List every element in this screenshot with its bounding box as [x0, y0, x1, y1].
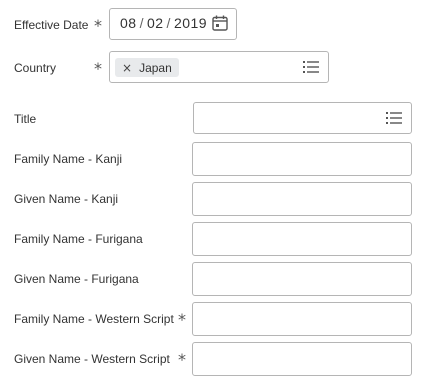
- given-name-western-label: Given Name - Western Script: [14, 352, 170, 366]
- family-name-western-required-mark: *: [178, 310, 186, 329]
- given-name-furigana-label: Given Name - Furigana: [14, 272, 139, 286]
- country-selected-pill: × Japan: [115, 58, 179, 77]
- family-name-kanji-input[interactable]: [192, 142, 412, 176]
- family-name-furigana-input[interactable]: [192, 222, 412, 256]
- effective-date-year[interactable]: 2019: [174, 15, 207, 31]
- family-name-western-input[interactable]: [192, 302, 412, 336]
- effective-date-day[interactable]: 02: [147, 15, 164, 31]
- list-icon[interactable]: [303, 60, 319, 74]
- given-name-furigana-input[interactable]: [192, 262, 412, 296]
- title-label: Title: [14, 112, 37, 126]
- effective-date-required-mark: *: [94, 16, 102, 35]
- date-separator: /: [139, 15, 144, 31]
- remove-country-icon[interactable]: ×: [122, 62, 132, 74]
- given-name-western-required-mark: *: [178, 350, 186, 369]
- effective-date-value[interactable]: 08/02/2019: [120, 15, 207, 31]
- given-name-kanji-label: Given Name - Kanji: [14, 192, 119, 206]
- country-field[interactable]: × Japan: [109, 51, 329, 83]
- given-name-western-input[interactable]: [192, 342, 412, 376]
- country-label: Country: [14, 61, 57, 75]
- family-name-furigana-label: Family Name - Furigana: [14, 232, 143, 246]
- effective-date-field[interactable]: 08/02/2019: [109, 8, 237, 40]
- title-field[interactable]: [193, 102, 412, 134]
- effective-date-month[interactable]: 08: [120, 15, 137, 31]
- effective-date-label: Effective Date: [14, 18, 89, 32]
- calendar-icon[interactable]: [211, 14, 229, 32]
- date-separator: /: [166, 15, 171, 31]
- family-name-western-label: Family Name - Western Script: [14, 312, 174, 326]
- country-selected-value: Japan: [139, 60, 172, 75]
- family-name-kanji-label: Family Name - Kanji: [14, 152, 123, 166]
- country-required-mark: *: [94, 59, 102, 78]
- list-icon[interactable]: [386, 111, 402, 125]
- given-name-kanji-input[interactable]: [192, 182, 412, 216]
